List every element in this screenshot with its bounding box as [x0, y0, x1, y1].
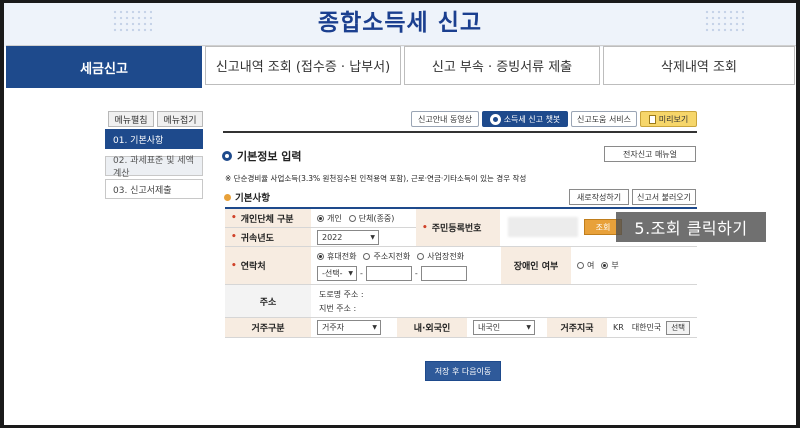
mobile-phone-radio[interactable]: 휴대전화: [317, 251, 356, 262]
phone-dash: -: [360, 268, 363, 278]
video-guide-button[interactable]: 신고안내 동영상: [411, 111, 479, 127]
chatbot-button[interactable]: 소득세 신고 챗봇: [482, 111, 568, 127]
preview-button[interactable]: 미리보기: [640, 111, 697, 127]
required-mark: •: [231, 260, 237, 271]
page-title: 종합소득세 신고: [317, 10, 483, 36]
chevron-down-icon: ▼: [370, 233, 375, 241]
resident-number-label: • 주민등록번호: [416, 209, 500, 247]
address-field: 도로명 주소 : 지번 주소 :: [311, 285, 697, 318]
taxpayer-individual-radio[interactable]: 개인: [317, 213, 342, 224]
chevron-down-icon: ▼: [348, 269, 353, 277]
sidebar-item-basic-info[interactable]: 01. 기본사항: [105, 129, 203, 149]
chatbot-icon: [489, 113, 501, 125]
residence-country-field: KR 대한민국 선택: [607, 318, 697, 338]
residence-type-select[interactable]: 거주자 ▼: [317, 320, 381, 335]
disability-field: 여 부: [571, 247, 697, 285]
sidebar-item-submit[interactable]: 03. 신고서제출: [105, 179, 203, 199]
page-header: 종합소득세 신고: [4, 3, 796, 47]
notice-text: ※ 단순경비율 사업소득(3.3% 원천징수된 인적용역 포함), 근로·연금·…: [225, 174, 527, 183]
document-icon: [648, 114, 656, 124]
tab-tax-filing[interactable]: 세금신고: [6, 46, 202, 88]
radio-unchecked-icon: [348, 214, 356, 222]
disability-label: 장애인 여부: [501, 247, 571, 285]
taxpayer-group-radio[interactable]: 단체(종중): [348, 213, 394, 224]
road-address-text: 도로명 주소 :: [319, 289, 364, 299]
country-code: KR: [613, 323, 624, 332]
year-label: • 귀속년도: [225, 228, 311, 247]
chevron-down-icon: ▼: [372, 324, 377, 331]
tab-filing-history[interactable]: 신고내역 조회 (접수증 · 납부서): [205, 46, 401, 85]
radio-unchecked-icon: [577, 262, 584, 269]
residence-country-label: 거주지국: [547, 318, 607, 338]
contact-type-options: 휴대전화 주소지전화 사업장전화: [317, 251, 471, 262]
country-name: 대한민국: [631, 323, 662, 332]
phone-prefix-select[interactable]: -선택- ▼: [317, 265, 357, 281]
disability-no-radio[interactable]: 부: [601, 260, 619, 271]
year-select[interactable]: 2022 ▼: [317, 229, 379, 245]
menu-collapse-button[interactable]: 메뉴접기: [157, 111, 203, 127]
residence-type-field: 거주자 ▼: [311, 318, 397, 338]
bullet-icon: [224, 193, 231, 201]
home-phone-radio[interactable]: 주소지전화: [363, 251, 410, 262]
instruction-overlay: 5.조회 클릭하기: [616, 212, 766, 242]
nationality-select[interactable]: 내국인 ▼: [473, 320, 535, 335]
subsection-title: 기본사항: [224, 190, 270, 204]
required-mark: •: [231, 232, 237, 242]
help-service-button[interactable]: 신고도움 서비스: [571, 111, 637, 127]
business-phone-radio[interactable]: 사업장전화: [417, 251, 464, 262]
residence-type-label: 거주구분: [225, 318, 311, 338]
application-window: 종합소득세 신고 세금신고 신고내역 조회 (접수증 · 납부서) 신고 부속 …: [4, 3, 796, 425]
lot-address-text: 지번 주소 :: [319, 303, 357, 313]
bullet-icon: [222, 151, 232, 161]
manual-button[interactable]: 전자신고 매뉴얼: [604, 146, 696, 162]
address-label: 주소: [225, 285, 311, 318]
radio-checked-icon: [317, 252, 324, 260]
disability-yes-radio[interactable]: 여: [577, 260, 594, 271]
phone-number-inputs: -선택- ▼ - -: [317, 265, 467, 281]
taxpayer-type-label: • 개인단체 구분: [225, 209, 311, 228]
country-select-button[interactable]: 선택: [666, 320, 691, 335]
required-mark: •: [231, 213, 237, 223]
nationality-field: 내국인 ▼: [467, 318, 547, 338]
preview-label: 미리보기: [658, 114, 689, 124]
main-tabs: 세금신고 신고내역 조회 (접수증 · 납부서) 신고 부속 · 증빙서류 제출…: [6, 45, 796, 88]
taxpayer-type-field: 개인 단체(종중): [311, 209, 416, 228]
load-form-button[interactable]: 신고서 불러오기: [632, 189, 696, 205]
required-mark: •: [422, 222, 428, 233]
section-divider: [223, 131, 697, 133]
contact-field: 휴대전화 주소지전화 사업장전화 -선택- ▼ - -: [311, 247, 501, 285]
section-title: 기본정보 입력: [222, 148, 302, 164]
subsection-title-text: 기본사항: [235, 193, 270, 204]
menu-expand-button[interactable]: 메뉴펼침: [108, 111, 154, 127]
radio-checked-icon: [601, 262, 609, 269]
radio-unchecked-icon: [417, 252, 425, 260]
phone-dash: -: [414, 268, 418, 278]
radio-unchecked-icon: [363, 252, 371, 260]
new-form-button[interactable]: 새로작성하기: [569, 189, 629, 205]
section-title-text: 기본정보 입력: [237, 150, 302, 163]
phone-last-input[interactable]: [420, 265, 467, 281]
year-field: 2022 ▼: [311, 228, 416, 247]
tab-attachment-submit[interactable]: 신고 부속 · 증빙서류 제출: [404, 46, 600, 85]
chatbot-label: 소득세 신고 챗봇: [503, 114, 561, 124]
nationality-label: 내·외국인: [397, 318, 467, 338]
resident-number-redacted: [508, 217, 578, 237]
radio-checked-icon: [317, 214, 324, 222]
contact-label: • 연락처: [225, 247, 311, 285]
chevron-down-icon: ▼: [526, 324, 531, 331]
save-next-button[interactable]: 저장 후 다음이동: [425, 361, 501, 381]
phone-middle-input[interactable]: [365, 265, 412, 281]
sidebar-item-tax-calculation[interactable]: 02. 과세표준 및 세액계산: [105, 156, 203, 179]
tab-deleted-history[interactable]: 삭제내역 조회: [603, 46, 795, 85]
